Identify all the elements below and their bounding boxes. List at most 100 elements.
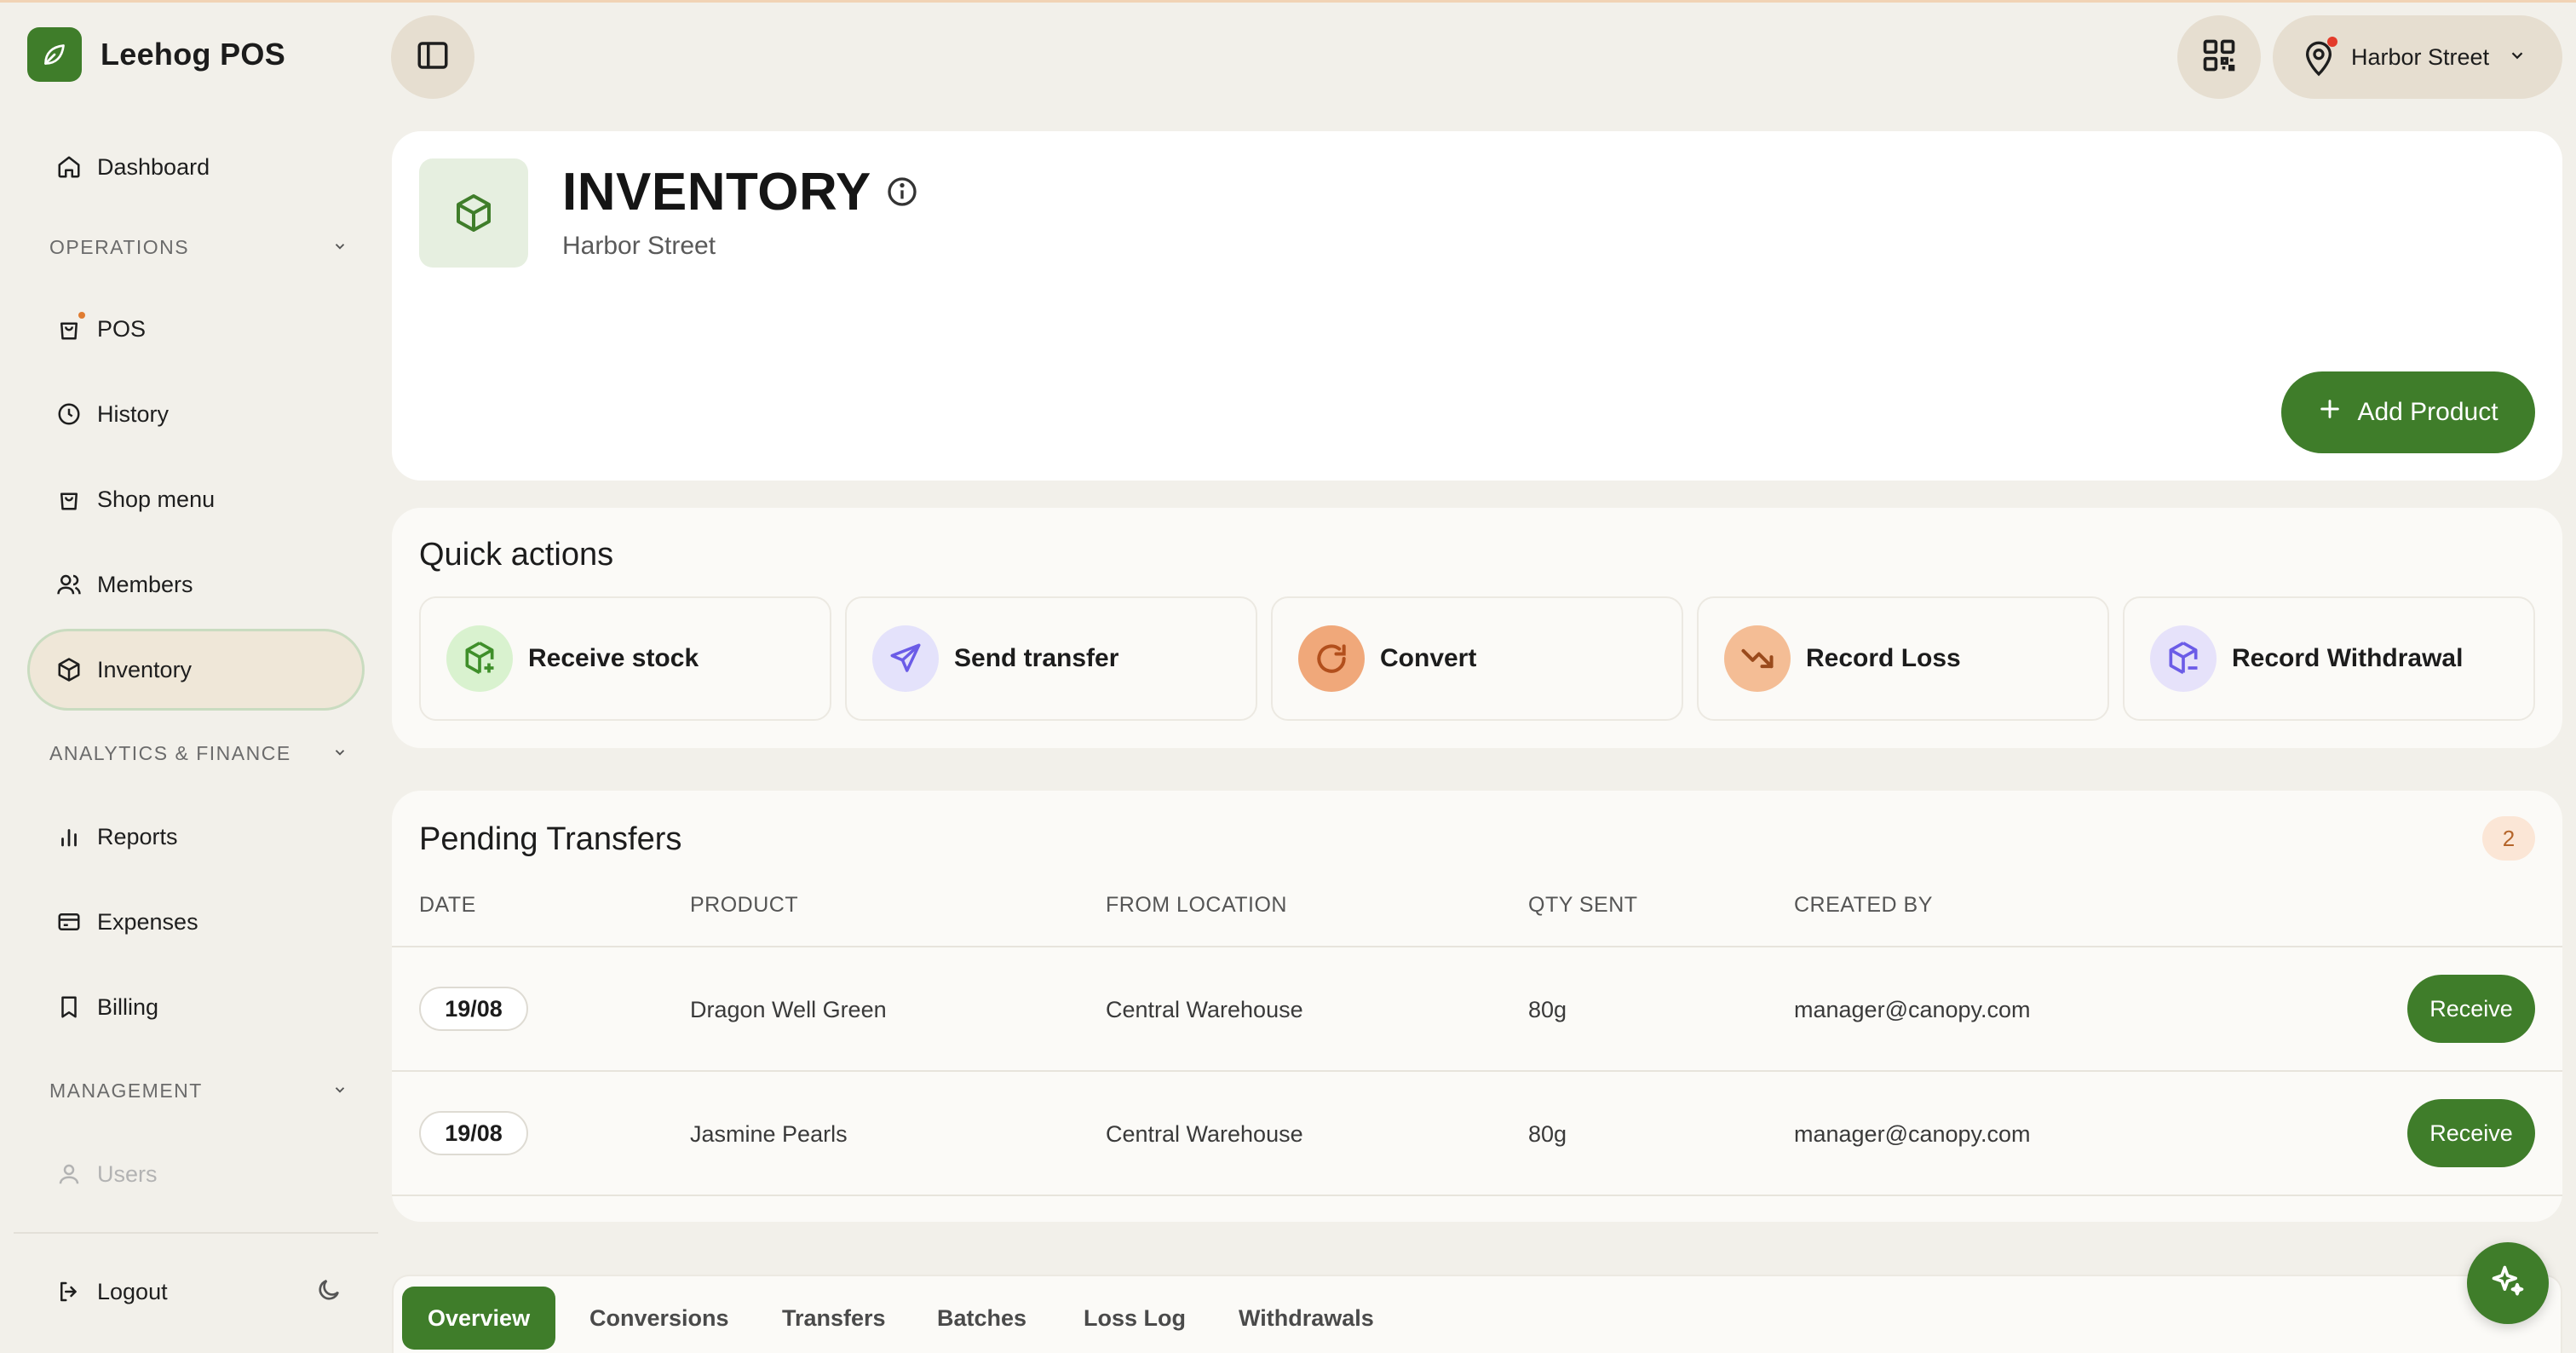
- quick-action-label: Record Loss: [1806, 644, 1961, 672]
- receive-button[interactable]: Receive: [2407, 1099, 2535, 1167]
- logout-button[interactable]: Logout: [27, 1251, 365, 1333]
- clock-icon: [56, 401, 82, 427]
- rotate-icon: [1298, 625, 1365, 692]
- bookmark-icon: [56, 994, 82, 1020]
- sidebar-item-reports[interactable]: Reports: [27, 796, 365, 878]
- column-header-date[interactable]: DATE: [419, 893, 476, 918]
- sidebar-item-label: Inventory: [97, 656, 193, 682]
- logout-label: Logout: [97, 1278, 168, 1304]
- from-location-cell: Central Warehouse: [1106, 1121, 1303, 1147]
- qr-code-icon: [2200, 37, 2238, 78]
- receive-button[interactable]: Receive: [2407, 975, 2535, 1043]
- tab-batches[interactable]: Batches: [911, 1287, 1052, 1350]
- quick-action-label: Record Withdrawal: [2232, 644, 2464, 672]
- date-pill: 19/08: [419, 1111, 528, 1155]
- section-management[interactable]: MANAGEMENT: [49, 1074, 348, 1108]
- tab-conversions[interactable]: Conversions: [564, 1287, 755, 1350]
- section-analytics-label: ANALYTICS & FINANCE: [49, 741, 291, 764]
- qr-code-button[interactable]: [2177, 15, 2261, 99]
- map-pin-icon: [2302, 37, 2337, 78]
- shopping-bag-icon: [56, 312, 85, 342]
- inventory-header-card: INVENTORY Harbor Street Add Product: [392, 131, 2562, 481]
- created-by-cell: manager@canopy.com: [1794, 997, 2031, 1022]
- sidebar-item-label: Members: [97, 571, 193, 597]
- chevron-down-icon: [2508, 44, 2527, 71]
- trending-down-icon: [1724, 625, 1791, 692]
- moon-icon[interactable]: [315, 1276, 342, 1308]
- tab-loss-log[interactable]: Loss Log: [1058, 1287, 1211, 1350]
- location-status-dot: [2327, 37, 2337, 47]
- sidebar-item-members[interactable]: Members: [27, 544, 365, 625]
- sidebar-item-dashboard[interactable]: Dashboard: [27, 126, 365, 208]
- send-icon: [872, 625, 939, 692]
- sidebar-item-label: Billing: [97, 993, 159, 1020]
- sidebar-item-history[interactable]: History: [27, 373, 365, 455]
- plus-icon: [2318, 397, 2342, 428]
- table-divider: [392, 1195, 2562, 1196]
- convert-button[interactable]: Convert: [1271, 596, 1683, 721]
- sidebar-toggle-button[interactable]: [391, 15, 474, 99]
- chevron-down-icon: [332, 1080, 348, 1103]
- qty-cell: 80g: [1528, 1121, 1567, 1147]
- table-divider: [392, 1070, 2562, 1072]
- page-subtitle: Harbor Street: [562, 232, 716, 260]
- location-selector[interactable]: Harbor Street: [2273, 15, 2562, 99]
- sidebar: Leehog POS Dashboard OPERATIONS POS Hist…: [0, 0, 379, 1353]
- leaf-logo-icon: [27, 27, 82, 82]
- home-icon: [56, 154, 82, 180]
- quick-actions-card: Quick actions Receive stock Send transfe…: [392, 508, 2562, 748]
- sidebar-panel-icon: [415, 37, 451, 78]
- sidebar-item-expenses[interactable]: Expenses: [27, 881, 365, 963]
- pending-transfers-card: Pending Transfers 2 DATE PRODUCT FROM LO…: [392, 791, 2562, 1222]
- tab-overview[interactable]: Overview: [402, 1287, 556, 1350]
- table-divider: [392, 946, 2562, 947]
- sidebar-item-label: History: [97, 400, 170, 427]
- column-header-from-location[interactable]: FROM LOCATION: [1106, 893, 1287, 918]
- sidebar-item-label: Dashboard: [97, 153, 210, 180]
- section-operations-label: OPERATIONS: [49, 235, 190, 258]
- logout-icon: [56, 1279, 82, 1304]
- quick-action-label: Send transfer: [954, 644, 1119, 672]
- add-product-button[interactable]: Add Product: [2281, 371, 2535, 453]
- date-pill: 19/08: [419, 987, 528, 1031]
- sidebar-item-users: Users: [27, 1133, 365, 1215]
- receive-stock-button[interactable]: Receive stock: [419, 596, 831, 721]
- page-title: INVENTORY: [562, 162, 919, 222]
- sidebar-item-label: Expenses: [97, 908, 198, 935]
- record-withdrawal-button[interactable]: Record Withdrawal: [2123, 596, 2535, 721]
- shopping-bag-icon: [56, 487, 82, 512]
- box-icon: [419, 158, 528, 268]
- add-product-label: Add Product: [2357, 398, 2498, 426]
- quick-action-label: Receive stock: [528, 644, 699, 672]
- info-icon[interactable]: [885, 175, 919, 213]
- sidebar-item-label: Reports: [97, 823, 178, 849]
- send-transfer-button[interactable]: Send transfer: [845, 596, 1257, 721]
- from-location-cell: Central Warehouse: [1106, 997, 1303, 1022]
- section-analytics-finance[interactable]: ANALYTICS & FINANCE: [49, 736, 348, 770]
- user-icon: [56, 1161, 82, 1187]
- tab-withdrawals[interactable]: Withdrawals: [1213, 1287, 1400, 1350]
- section-operations[interactable]: OPERATIONS: [49, 230, 348, 264]
- record-loss-button[interactable]: Record Loss: [1697, 596, 2109, 721]
- quick-actions-title: Quick actions: [419, 537, 614, 573]
- page-title-text: INVENTORY: [562, 163, 871, 222]
- sidebar-item-shop-menu[interactable]: Shop menu: [27, 458, 365, 540]
- top-accent-line: [0, 0, 2576, 3]
- sidebar-item-billing[interactable]: Billing: [27, 966, 365, 1048]
- ai-assistant-button[interactable]: [2467, 1242, 2549, 1324]
- sidebar-divider: [14, 1232, 378, 1234]
- bar-chart-icon: [56, 824, 82, 849]
- notification-dot: [78, 312, 85, 319]
- tab-transfers[interactable]: Transfers: [756, 1287, 911, 1350]
- brand[interactable]: Leehog POS: [27, 27, 285, 82]
- chevron-down-icon: [332, 742, 348, 765]
- column-header-qty-sent[interactable]: QTY SENT: [1528, 893, 1638, 918]
- created-by-cell: manager@canopy.com: [1794, 1121, 2031, 1147]
- product-cell: Dragon Well Green: [690, 997, 887, 1022]
- sidebar-item-label: POS: [97, 315, 147, 342]
- sidebar-item-pos[interactable]: POS: [27, 288, 365, 370]
- users-icon: [56, 572, 82, 597]
- sidebar-item-inventory[interactable]: Inventory: [27, 629, 365, 711]
- column-header-created-by[interactable]: CREATED BY: [1794, 893, 1933, 918]
- column-header-product[interactable]: PRODUCT: [690, 893, 798, 918]
